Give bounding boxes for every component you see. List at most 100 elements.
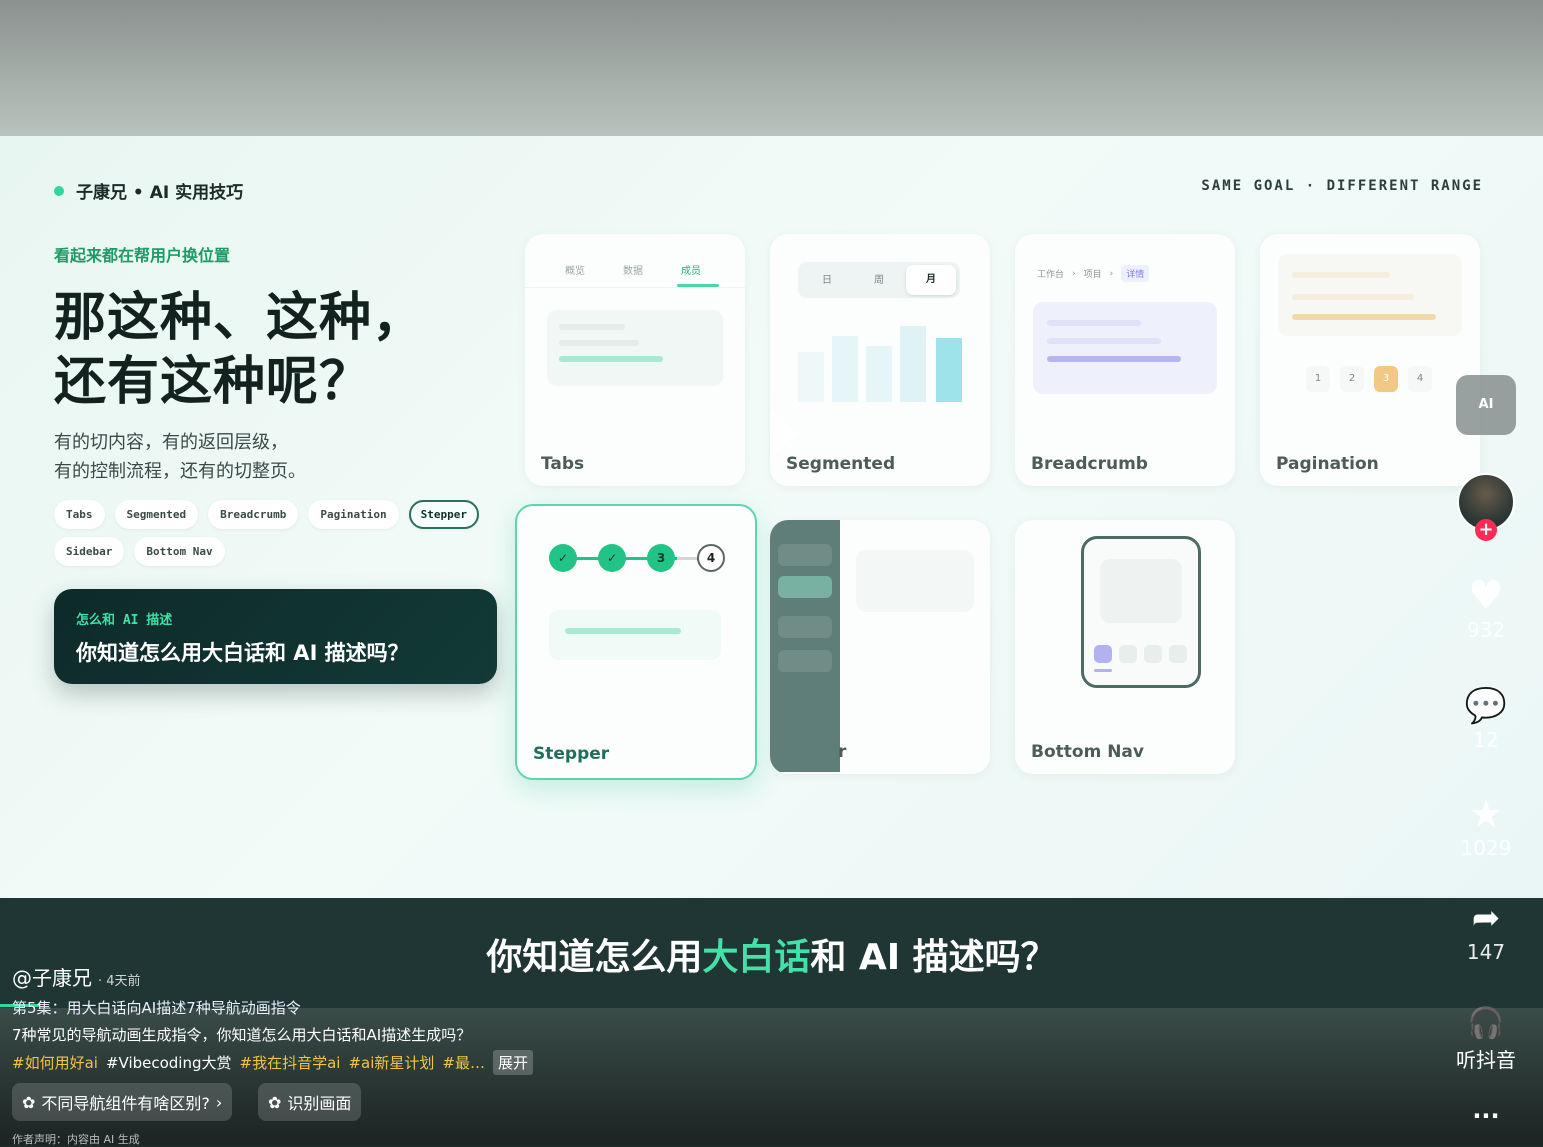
- content-placeholder: [1033, 302, 1217, 394]
- card-label: Breadcrumb: [1031, 454, 1148, 474]
- ai-question-button[interactable]: ✿ 不同导航组件有啥区别? ›: [12, 1083, 233, 1121]
- card-label: Stepper: [533, 744, 610, 764]
- placeholder-bar: [1047, 320, 1141, 326]
- hashtags: #如何用好ai #Vibecoding大赏 #我在抖音学ai #ai新星计划 #…: [12, 1050, 533, 1075]
- video-frame[interactable]: 子康兄 • AI 实用技巧 SAME GOAL · DIFFERENT RANG…: [0, 136, 1543, 898]
- author-name[interactable]: @子康兄: [12, 966, 92, 990]
- sidebar-item: [778, 616, 832, 638]
- sidebar-item: [778, 544, 832, 566]
- follow-plus-icon[interactable]: +: [1475, 519, 1497, 541]
- column-bar: [866, 346, 892, 402]
- placeholder-bar: [559, 356, 663, 362]
- chip-stepper: Stepper: [408, 500, 479, 529]
- comment-button[interactable]: 💬 12: [1455, 684, 1517, 752]
- subtitle-highlight: 大白话: [702, 937, 811, 978]
- segment: 周: [874, 275, 884, 286]
- question-text: 你知道怎么用大白话和 AI 描述吗？: [76, 641, 409, 665]
- sidebar-panel: [770, 520, 840, 772]
- step-current: 3: [647, 544, 675, 572]
- card-sidebar: r: [770, 520, 990, 774]
- card-segmented: 日 周 月 Segmented: [770, 234, 990, 486]
- question-label: 怎么和 AI 描述: [76, 613, 173, 628]
- segmented-control: 日 周 月: [798, 262, 960, 298]
- video-top-letterbox: [0, 0, 1543, 136]
- ai-flower-icon: ✿: [268, 1092, 282, 1112]
- listen-button[interactable]: 🎧 听抖音: [1455, 1004, 1517, 1073]
- bottom-nav-item: [1119, 645, 1137, 663]
- sidebar-item-active: [778, 576, 832, 598]
- headline-line2: 还有这种呢？: [54, 352, 373, 412]
- chevron-right-icon: ›: [215, 1092, 223, 1112]
- star-icon: ★: [1468, 792, 1504, 836]
- description: 有的切内容，有的返回层级， 有的控制流程，还有的切整页。: [54, 428, 306, 486]
- content-placeholder: [549, 610, 721, 660]
- column-bar: [798, 352, 824, 402]
- subtitle-text: 你知道怎么用: [486, 937, 703, 978]
- favorite-button[interactable]: ★ 1029: [1455, 792, 1517, 860]
- share-count: 147: [1466, 940, 1506, 964]
- step-done-check-icon: ✓: [598, 544, 626, 572]
- chip-sidebar: Sidebar: [54, 537, 125, 566]
- phone-mock: [1081, 536, 1201, 688]
- hashtag[interactable]: #ai新星计划: [348, 1052, 434, 1073]
- share-arrow-icon: ➦: [1471, 898, 1501, 938]
- placeholder-bar: [559, 324, 625, 330]
- card-stepper: ✓ ✓ 3 4 Stepper: [515, 504, 757, 780]
- card-label: Pagination: [1276, 454, 1379, 474]
- brand: 子康兄 • AI 实用技巧: [54, 178, 243, 203]
- placeholder-bar: [1292, 272, 1390, 278]
- favorite-count: 1029: [1460, 836, 1512, 860]
- column-bar: [900, 326, 926, 402]
- placeholder-bar: [559, 340, 639, 346]
- description-line1: 有的切内容，有的返回层级，: [54, 432, 288, 453]
- placeholder-bar: [1047, 356, 1181, 362]
- brand-dot-icon: [54, 185, 64, 196]
- eyebrow: 看起来都在帮用户换位置: [54, 246, 231, 265]
- play-icon[interactable]: [770, 410, 798, 458]
- mini-tab: 数据: [623, 266, 643, 277]
- crumb: 项目: [1083, 270, 1102, 280]
- like-button[interactable]: ♥ 932: [1455, 574, 1517, 642]
- ai-question-label: 不同导航组件有啥区别?: [41, 1094, 210, 1113]
- bottom-nav-indicator: [1094, 669, 1112, 672]
- ai-assistant-button[interactable]: AI: [1456, 375, 1516, 435]
- brand-label: 子康兄 • AI 实用技巧: [76, 183, 244, 203]
- placeholder-bar: [1047, 338, 1161, 344]
- comment-count: 12: [1473, 728, 1499, 752]
- card-breadcrumb: 工作台 › 项目 › 详情 Breadcrumb: [1015, 234, 1235, 486]
- hashtag[interactable]: #最…: [442, 1052, 485, 1073]
- chevron-right-icon: ›: [1109, 268, 1114, 279]
- share-button[interactable]: ➦ 147: [1455, 896, 1517, 964]
- like-count: 932: [1466, 618, 1506, 642]
- crumb-current: 详情: [1121, 265, 1150, 282]
- page-number: 1: [1306, 366, 1330, 392]
- mini-tab: 概览: [565, 266, 585, 277]
- step-done-check-icon: ✓: [549, 544, 577, 572]
- column-bar: [936, 338, 962, 402]
- placeholder-bar: [565, 628, 681, 634]
- recognize-screen-button[interactable]: ✿ 识别画面: [258, 1083, 362, 1121]
- comment-icon: 💬: [1464, 686, 1508, 726]
- placeholder-bar: [1292, 294, 1414, 300]
- card-label: Segmented: [786, 454, 896, 474]
- hashtag[interactable]: #我在抖音学ai: [240, 1052, 341, 1073]
- sidebar-item: [778, 650, 832, 672]
- chevron-right-icon: ›: [1072, 268, 1076, 279]
- component-chips: Tabs Segmented Breadcrumb Pagination Ste…: [54, 500, 494, 566]
- heart-icon: ♥: [1468, 573, 1504, 619]
- headline-line1: 那这种、这种，: [54, 288, 426, 348]
- hashtag[interactable]: #如何用好ai: [12, 1052, 98, 1073]
- ai-assistant-label: AI: [1478, 397, 1494, 412]
- content-placeholder: [856, 550, 974, 612]
- headline: 那这种、这种， 还有这种呢？: [54, 286, 425, 414]
- crumb: 工作台: [1037, 270, 1065, 280]
- hashtag[interactable]: #Vibecoding大赏: [106, 1052, 232, 1073]
- more-button[interactable]: ...: [1455, 1096, 1517, 1124]
- pagination: 1 2 3 4: [1306, 366, 1432, 392]
- chip-bottom-nav: Bottom Nav: [134, 537, 225, 566]
- content-placeholder: [1278, 254, 1462, 336]
- tab-divider: [525, 287, 745, 288]
- author-line: @子康兄 · 4天前: [12, 962, 141, 991]
- post-time: · 4天前: [98, 974, 141, 989]
- expand-button[interactable]: 展开: [492, 1050, 533, 1075]
